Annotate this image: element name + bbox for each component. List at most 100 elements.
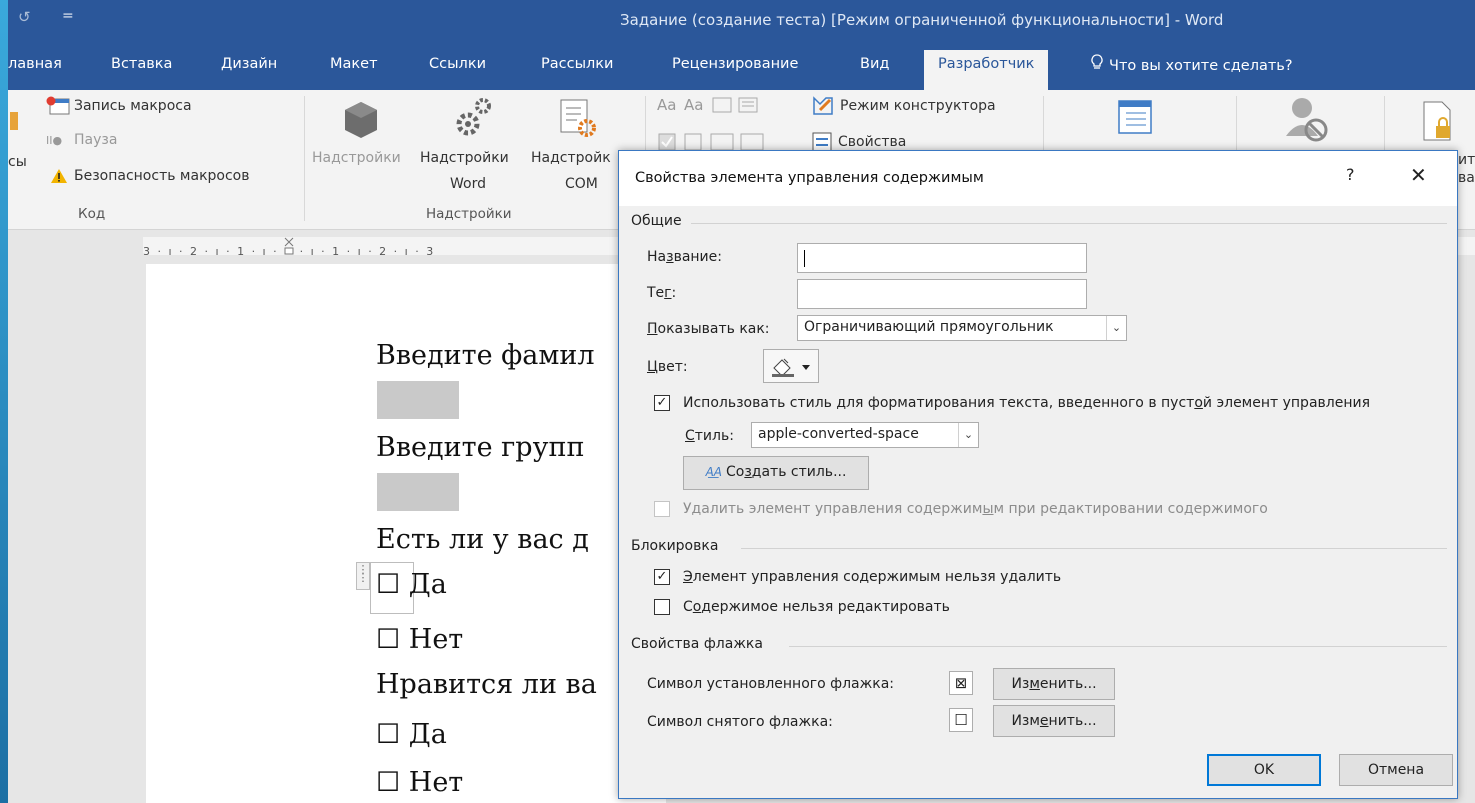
tab-review[interactable]: Рецензирование <box>672 56 798 72</box>
quick-access-menu-icon[interactable]: = <box>62 8 74 24</box>
indent-marker-icon[interactable] <box>284 237 294 255</box>
ruler-left-scale: 3 · ı · 2 · ı · 1 · ı · <box>143 245 279 258</box>
addins-icon <box>341 100 381 144</box>
word-addins-label: Word <box>450 176 486 192</box>
show-as-value: Ограничивающий прямоугольник <box>804 319 1054 335</box>
window-border <box>0 0 8 803</box>
tab-layout[interactable]: Макет <box>330 56 378 72</box>
chevron-down-icon[interactable]: ⌄ <box>1106 316 1126 340</box>
macros-icon[interactable] <box>10 108 20 138</box>
ribbon-separator <box>304 96 305 221</box>
pause-button[interactable]: Пауза <box>74 132 117 148</box>
checkbox-yes-2[interactable]: ☐ Да <box>376 719 447 750</box>
name-input[interactable] <box>797 243 1087 273</box>
macros-button[interactable]: сы <box>8 154 27 170</box>
properties-button[interactable]: Свойства <box>838 134 906 150</box>
word-window: ↺ = Задание (создание теста) [Режим огра… <box>8 0 1475 803</box>
checkbox-no-1[interactable]: ☐ Нет <box>376 624 463 655</box>
addins-button[interactable]: Надстройки <box>312 150 401 166</box>
tell-me-search[interactable]: Что вы хотите сделать? <box>1091 54 1293 74</box>
content-control-properties-dialog: Свойства элемента управления содержимым … <box>618 150 1458 799</box>
window-title: Задание (создание теста) [Режим ограниче… <box>620 11 1224 29</box>
design-mode-icon <box>812 96 834 120</box>
lightbulb-icon <box>1091 54 1103 74</box>
tell-me-text: Что вы хотите сделать? <box>1109 58 1293 74</box>
unchecked-symbol-preview: ☐ <box>949 708 973 732</box>
undo-icon[interactable]: ↺ <box>18 8 31 26</box>
ruler-right-segment <box>1456 237 1475 255</box>
plain-text-control-button[interactable]: Aa <box>684 96 703 114</box>
tag-label: Тег: <box>647 285 677 301</box>
style-value: apple-converted-space <box>758 426 919 442</box>
name-label: Название: <box>647 249 722 265</box>
tag-input[interactable] <box>797 279 1087 309</box>
tab-home[interactable]: лавная <box>8 56 62 72</box>
warning-icon <box>50 168 68 188</box>
close-button[interactable]: ✕ <box>1410 163 1427 187</box>
cannot-edit-label: Содержимое нельзя редактировать <box>683 599 950 615</box>
picture-control-icon[interactable] <box>712 96 760 118</box>
checkbox-yes-1[interactable]: ☐ Да <box>376 569 447 600</box>
section-checkbox-properties: Свойства флажка <box>631 636 763 652</box>
color-label: Цвет: <box>647 359 688 375</box>
color-picker-button[interactable] <box>763 349 819 383</box>
group-label-addins: Надстройки <box>426 206 512 222</box>
content-control-handle[interactable]: ⋮ ⋮ <box>356 562 370 590</box>
cancel-button[interactable]: Отмена <box>1339 754 1453 786</box>
macro-security-button[interactable]: Безопасность макросов <box>74 168 250 184</box>
question-group: Введите групп <box>376 432 585 463</box>
checked-symbol-label: Символ установленного флажка: <box>647 676 895 692</box>
rich-text-control-button[interactable]: Aa <box>657 96 676 114</box>
com-addins-icon <box>559 98 599 144</box>
style-label: Стиль: <box>685 428 734 444</box>
group-field[interactable] <box>377 473 459 511</box>
tab-design[interactable]: Дизайн <box>221 56 277 72</box>
section-divider <box>789 646 1447 647</box>
tab-developer[interactable]: Разработчик <box>924 50 1049 90</box>
cannot-delete-checkbox[interactable]: ✓ <box>654 569 670 585</box>
new-style-icon: A͟A <box>705 465 722 479</box>
new-style-button[interactable]: A͟A Создать стиль... <box>683 456 869 490</box>
tab-references[interactable]: Ссылки <box>429 56 486 72</box>
question-3: Есть ли у вас д <box>376 524 589 555</box>
unchecked-symbol-label: Символ снятого флажка: <box>647 714 833 730</box>
paint-bucket-icon <box>770 356 814 382</box>
use-style-label: Использовать стиль для форматирования те… <box>683 395 1371 411</box>
dialog-title: Свойства элемента управления содержимым <box>635 170 984 186</box>
gear-icon <box>454 96 494 142</box>
com-addins-button[interactable]: Надстройк <box>531 150 611 166</box>
chevron-down-icon[interactable]: ⌄ <box>958 423 978 447</box>
change-checked-symbol-button[interactable]: Изменить... <box>993 668 1115 700</box>
checked-symbol-preview: ⊠ <box>949 671 973 695</box>
tab-insert[interactable]: Вставка <box>111 56 172 72</box>
block-authors-icon[interactable] <box>1284 96 1328 146</box>
section-general: Общие <box>631 213 682 229</box>
ok-button[interactable]: OK <box>1207 754 1321 786</box>
document-page[interactable]: Введите фамил Введите групп Есть ли у ва… <box>146 264 666 803</box>
ribbon-tabs: лавная Вставка Дизайн Макет Ссылки Рассы… <box>8 40 1475 90</box>
remove-on-edit-label: Удалить элемент управления содержимым пр… <box>683 501 1268 517</box>
show-as-select[interactable]: Ограничивающий прямоугольник ⌄ <box>797 315 1127 341</box>
question-4: Нравится ли ва <box>376 669 597 700</box>
dialog-title-bar: Свойства элемента управления содержимым … <box>619 151 1457 206</box>
design-mode-button[interactable]: Режим конструктора <box>840 98 996 114</box>
restrict-editing-icon[interactable] <box>1422 100 1452 148</box>
style-select[interactable]: apple-converted-space ⌄ <box>751 422 979 448</box>
xml-mapping-icon[interactable] <box>1118 100 1152 138</box>
help-button[interactable]: ? <box>1346 165 1355 184</box>
group-label-code: Код <box>78 206 106 222</box>
horizontal-ruler[interactable]: 3 · ı · 2 · ı · 1 · ı · · ı · 1 · ı · 2 … <box>143 237 623 258</box>
surname-field[interactable] <box>377 381 459 419</box>
tab-view[interactable]: Вид <box>860 56 889 72</box>
text-caret <box>804 250 805 267</box>
ruler-right-scale: · ı · 1 · ı · 2 · ı · 3 <box>299 245 436 258</box>
checkbox-no-2[interactable]: ☐ Нет <box>376 767 463 798</box>
tab-mailings[interactable]: Рассылки <box>541 56 613 72</box>
use-style-checkbox[interactable]: ✓ <box>654 395 670 411</box>
change-unchecked-symbol-button[interactable]: Изменить... <box>993 705 1115 737</box>
cannot-edit-checkbox[interactable] <box>654 599 670 615</box>
remove-on-edit-checkbox[interactable] <box>654 501 670 517</box>
cannot-delete-label: Элемент управления содержимым нельзя уда… <box>683 569 1062 585</box>
record-macro-button[interactable]: Запись макроса <box>74 98 192 114</box>
word-addins-button[interactable]: Надстройки <box>420 150 509 166</box>
